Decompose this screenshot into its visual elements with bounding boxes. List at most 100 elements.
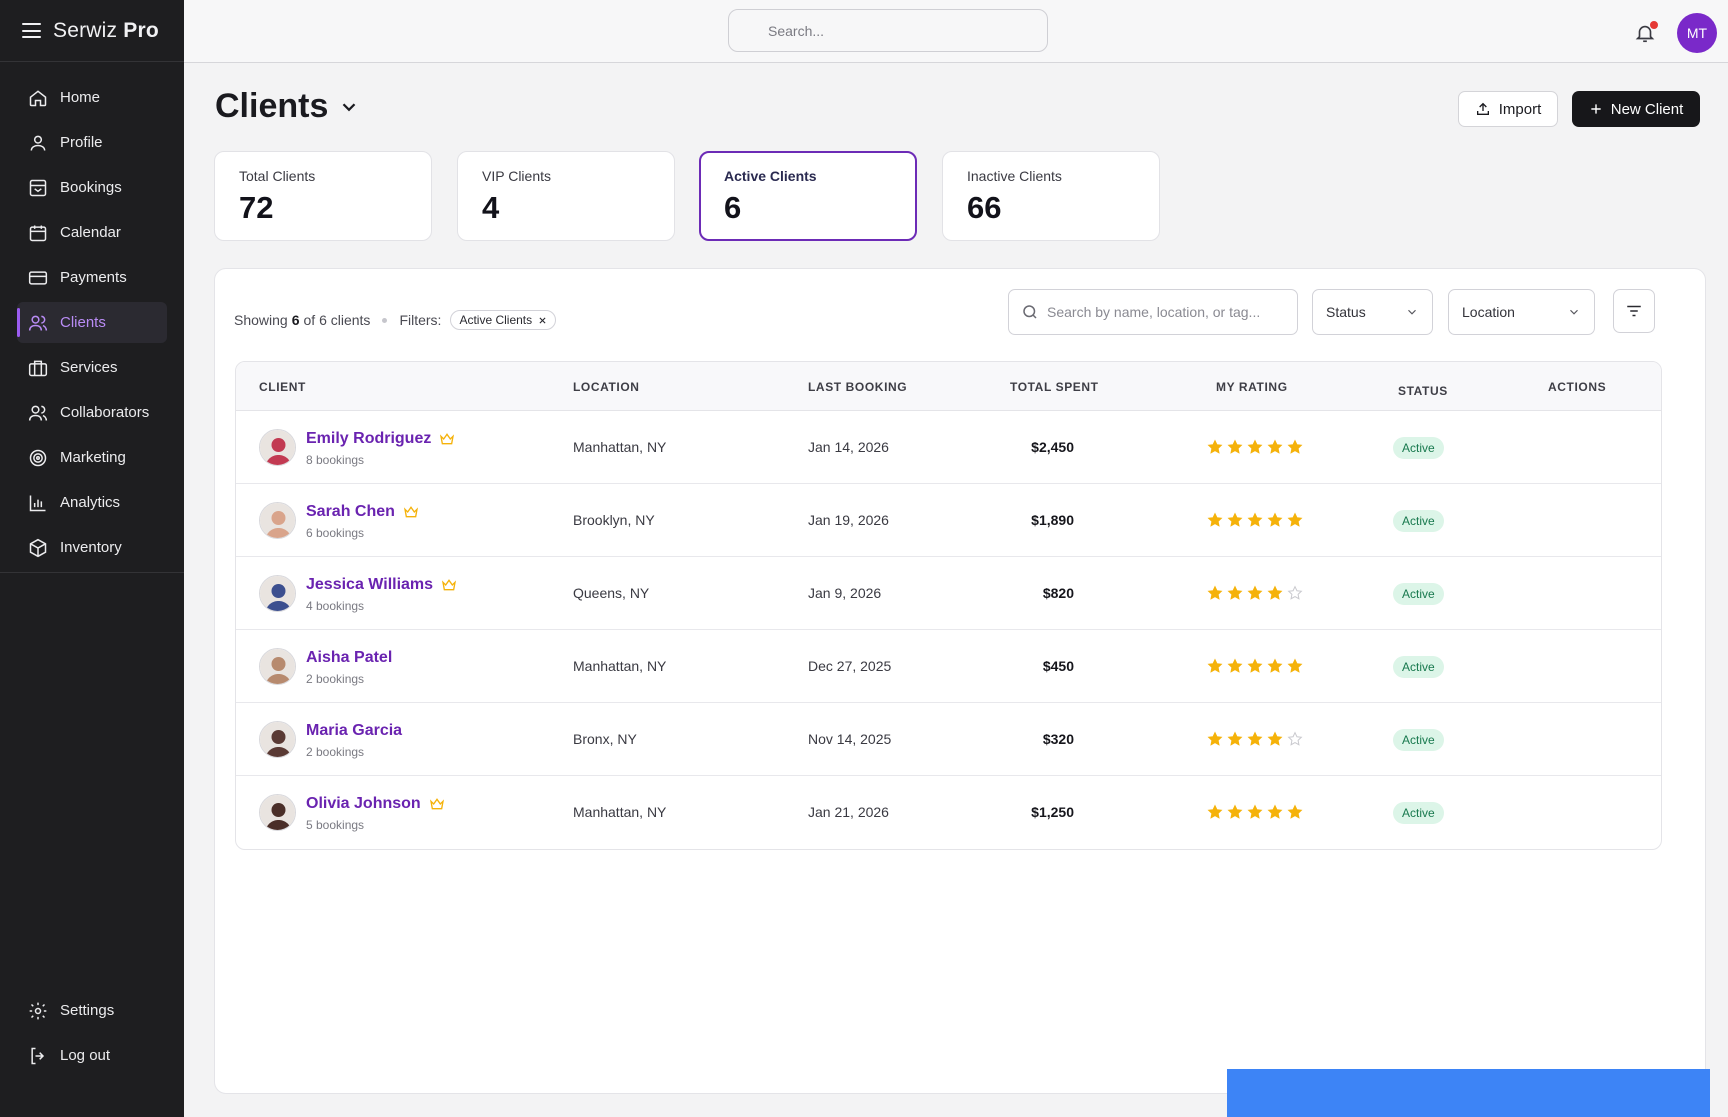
sidebar-item-label: Inventory — [60, 539, 122, 556]
client-name-link[interactable]: Sarah Chen — [306, 503, 419, 521]
notification-dot — [1650, 21, 1658, 29]
user-avatar[interactable]: MT — [1677, 13, 1717, 53]
client-name-link[interactable]: Aisha Patel — [306, 649, 392, 667]
column-header-actions: ACTIONS — [1548, 380, 1607, 394]
star-filled-icon[interactable] — [1207, 804, 1223, 820]
star-filled-icon[interactable] — [1247, 585, 1263, 601]
table-row[interactable]: Aisha Patel 2 bookings Manhattan, NY Dec… — [236, 630, 1661, 703]
star-empty-icon[interactable] — [1287, 731, 1303, 747]
close-icon[interactable] — [538, 316, 547, 325]
sidebar-item-collaborators[interactable]: Collaborators — [17, 392, 167, 433]
star-filled-icon[interactable] — [1247, 512, 1263, 528]
client-name-link[interactable]: Emily Rodriguez — [306, 430, 455, 448]
global-search-input[interactable]: Search... — [728, 9, 1048, 52]
star-filled-icon[interactable] — [1267, 731, 1283, 747]
client-name-link[interactable]: Maria Garcia — [306, 722, 402, 740]
avatar — [259, 575, 296, 612]
separator-dot — [382, 317, 388, 323]
star-filled-icon[interactable] — [1247, 658, 1263, 674]
status-select[interactable]: Status — [1312, 289, 1433, 335]
rating-stars[interactable] — [1207, 731, 1303, 747]
rating-stars[interactable] — [1207, 658, 1303, 674]
star-filled-icon[interactable] — [1227, 731, 1243, 747]
sidebar-item-label: Payments — [60, 269, 127, 286]
rating-stars[interactable] — [1207, 804, 1303, 820]
sidebar-item-home[interactable]: Home — [17, 77, 167, 118]
topbar: Search... MT — [184, 0, 1728, 63]
star-filled-icon[interactable] — [1287, 658, 1303, 674]
star-filled-icon[interactable] — [1207, 658, 1223, 674]
page-title[interactable]: Clients — [215, 87, 360, 126]
star-filled-icon[interactable] — [1227, 512, 1243, 528]
sidebar-item-services[interactable]: Services — [17, 347, 167, 388]
stat-card-inactive[interactable]: Inactive Clients 66 — [942, 151, 1160, 241]
rating-stars[interactable] — [1207, 585, 1303, 601]
sidebar-item-inventory[interactable]: Inventory — [17, 527, 167, 568]
sidebar-item-calendar[interactable]: Calendar — [17, 212, 167, 253]
avatar — [259, 721, 296, 758]
star-filled-icon[interactable] — [1267, 439, 1283, 455]
client-name-link[interactable]: Jessica Williams — [306, 576, 457, 594]
star-filled-icon[interactable] — [1267, 585, 1283, 601]
client-location: Manhattan, NY — [573, 439, 667, 455]
sidebar-item-payments[interactable]: Payments — [17, 257, 167, 298]
location-select-value: Location — [1462, 304, 1515, 320]
sidebar-item-profile[interactable]: Profile — [17, 122, 167, 163]
stat-card-total[interactable]: Total Clients 72 — [214, 151, 432, 241]
star-empty-icon[interactable] — [1287, 585, 1303, 601]
showing-count: 6 — [291, 312, 300, 328]
filter-chip[interactable]: Active Clients — [450, 310, 557, 330]
star-filled-icon[interactable] — [1207, 585, 1223, 601]
star-filled-icon[interactable] — [1287, 439, 1303, 455]
target-icon — [29, 449, 47, 466]
star-filled-icon[interactable] — [1267, 658, 1283, 674]
avatar — [259, 648, 296, 685]
users-icon — [28, 315, 48, 331]
star-filled-icon[interactable] — [1247, 731, 1263, 747]
advanced-filter-button[interactable] — [1613, 289, 1655, 333]
new-client-button[interactable]: New Client — [1572, 91, 1700, 127]
sidebar-item-label: Profile — [60, 134, 103, 151]
star-filled-icon[interactable] — [1227, 804, 1243, 820]
sidebar-item-marketing[interactable]: Marketing — [17, 437, 167, 478]
star-filled-icon[interactable] — [1227, 585, 1243, 601]
client-search-input[interactable]: Search by name, location, or tag... — [1008, 289, 1298, 335]
star-filled-icon[interactable] — [1227, 439, 1243, 455]
star-filled-icon[interactable] — [1207, 439, 1223, 455]
star-filled-icon[interactable] — [1287, 512, 1303, 528]
status-badge: Active — [1393, 437, 1444, 459]
location-select[interactable]: Location — [1448, 289, 1595, 335]
import-button[interactable]: Import — [1458, 91, 1558, 127]
star-filled-icon[interactable] — [1267, 804, 1283, 820]
status-badge: Active — [1393, 802, 1444, 824]
rating-stars[interactable] — [1207, 439, 1303, 455]
client-bookings: 8 bookings — [306, 453, 365, 467]
star-filled-icon[interactable] — [1247, 439, 1263, 455]
table-row[interactable]: Maria Garcia 2 bookings Bronx, NY Nov 14… — [236, 703, 1661, 776]
client-name-link[interactable]: Olivia Johnson — [306, 795, 445, 813]
stat-card-active[interactable]: Active Clients 6 — [699, 151, 917, 241]
sidebar-item-logout[interactable]: Log out — [17, 1035, 167, 1076]
status-badge: Active — [1393, 510, 1444, 532]
crown-icon — [429, 798, 444, 810]
star-filled-icon[interactable] — [1247, 804, 1263, 820]
sidebar-item-analytics[interactable]: Analytics — [17, 482, 167, 523]
sidebar-item-clients[interactable]: Clients — [17, 302, 167, 343]
table-row[interactable]: Olivia Johnson 5 bookings Manhattan, NY … — [236, 776, 1661, 849]
star-filled-icon[interactable] — [1267, 512, 1283, 528]
rating-stars[interactable] — [1207, 512, 1303, 528]
star-filled-icon[interactable] — [1207, 512, 1223, 528]
table-row[interactable]: Sarah Chen 6 bookings Brooklyn, NY Jan 1… — [236, 484, 1661, 557]
star-filled-icon[interactable] — [1207, 731, 1223, 747]
sidebar-item-settings[interactable]: Settings — [17, 990, 167, 1031]
table-row[interactable]: Jessica Williams 4 bookings Queens, NY J… — [236, 557, 1661, 630]
hamburger-menu-icon[interactable] — [22, 23, 41, 38]
star-filled-icon[interactable] — [1287, 804, 1303, 820]
client-location: Manhattan, NY — [573, 804, 667, 820]
table-row[interactable]: Emily Rodriguez 8 bookings Manhattan, NY… — [236, 411, 1661, 484]
sidebar-item-bookings[interactable]: Bookings — [17, 167, 167, 208]
star-filled-icon[interactable] — [1227, 658, 1243, 674]
stat-label: VIP Clients — [482, 168, 551, 184]
stat-card-vip[interactable]: VIP Clients 4 — [457, 151, 675, 241]
client-last-booking: Dec 27, 2025 — [808, 658, 892, 674]
